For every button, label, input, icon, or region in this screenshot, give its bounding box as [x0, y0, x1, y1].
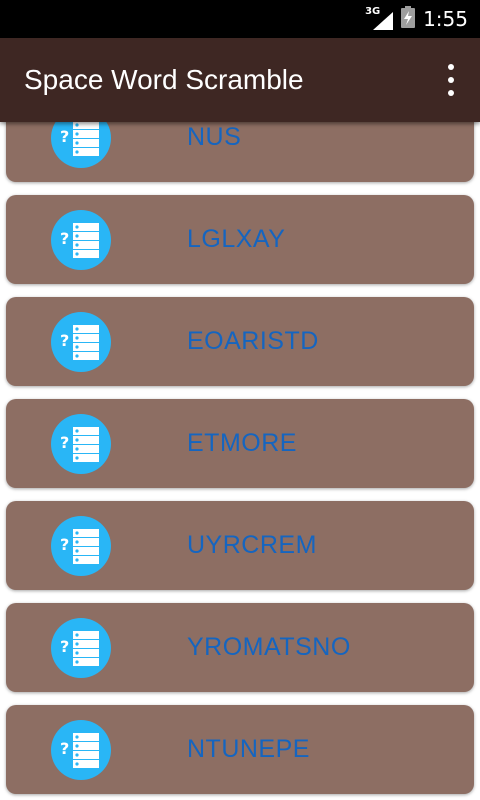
- signal-icon: 3G: [365, 6, 394, 30]
- quiz-list-icon: ?: [51, 516, 111, 576]
- word-card[interactable]: ? EOARISTD: [6, 297, 474, 386]
- quiz-list-icon: ?: [51, 618, 111, 678]
- scrambled-word: NTUNEPE: [187, 735, 310, 763]
- svg-text:?: ?: [60, 637, 69, 656]
- status-bar: 3G 1:55: [0, 0, 480, 38]
- status-time: 1:55: [423, 7, 468, 31]
- svg-text:?: ?: [60, 331, 69, 350]
- quiz-list-icon: ?: [51, 720, 111, 780]
- svg-text:?: ?: [60, 739, 69, 758]
- svg-text:?: ?: [60, 535, 69, 554]
- scrambled-word: UYRCREM: [187, 531, 317, 559]
- status-icons: 3G 1:55: [365, 0, 468, 38]
- word-list[interactable]: ? NUS ? LGLXAY ? EOARISTD ? ETMORE ? UYR…: [0, 122, 480, 800]
- svg-text:?: ?: [60, 433, 69, 452]
- scrambled-word: LGLXAY: [187, 225, 286, 253]
- scrambled-word: ETMORE: [187, 429, 297, 457]
- scrambled-word: EOARISTD: [187, 327, 319, 355]
- word-card[interactable]: ? NTUNEPE: [6, 705, 474, 794]
- quiz-list-icon: ?: [51, 210, 111, 270]
- svg-text:?: ?: [60, 229, 69, 248]
- word-card[interactable]: ? LGLXAY: [6, 195, 474, 284]
- app-bar: Space Word Scramble: [0, 38, 480, 122]
- overflow-menu-icon[interactable]: [440, 64, 462, 96]
- word-card[interactable]: ? YROMATSNO: [6, 603, 474, 692]
- quiz-list-icon: ?: [51, 414, 111, 474]
- scrambled-word: YROMATSNO: [187, 633, 351, 661]
- battery-icon: [401, 5, 416, 33]
- overflow-dot: [448, 64, 454, 70]
- word-card[interactable]: ? ETMORE: [6, 399, 474, 488]
- quiz-list-icon: ?: [51, 312, 111, 372]
- scrambled-word: NUS: [187, 123, 242, 151]
- word-card[interactable]: ? NUS: [6, 122, 474, 182]
- overflow-dot: [448, 77, 454, 83]
- svg-text:?: ?: [60, 127, 69, 146]
- quiz-list-icon: ?: [51, 122, 111, 168]
- app-title: Space Word Scramble: [24, 64, 304, 95]
- word-card[interactable]: ? UYRCREM: [6, 501, 474, 590]
- overflow-dot: [448, 90, 454, 96]
